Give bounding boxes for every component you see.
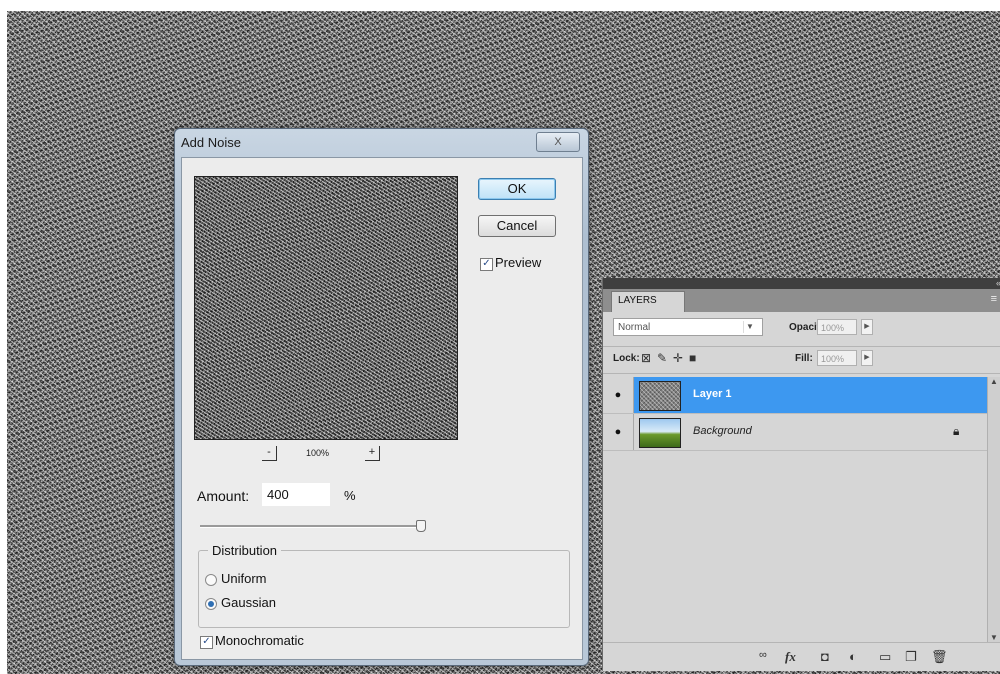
panel-tab-row: LAYERS ≡ <box>603 289 1000 312</box>
panel-menu-icon[interactable]: ≡ <box>991 293 997 305</box>
gaussian-label: Gaussian <box>221 595 276 610</box>
close-button[interactable]: X <box>536 132 580 152</box>
opacity-input[interactable]: 100% <box>817 319 857 335</box>
fill-input[interactable]: 100% <box>817 350 857 366</box>
zoom-level: 100% <box>306 448 330 458</box>
layers-panel: « LAYERS ≡ Normal ▼ Opacity: 100% ▶ Lock… <box>602 278 1000 671</box>
tab-layers[interactable]: LAYERS <box>611 291 685 312</box>
distribution-legend: Distribution <box>208 543 282 558</box>
amount-label: Amount: <box>197 488 250 504</box>
trash-icon[interactable]: 🗑︎ <box>931 649 948 665</box>
monochromatic-label: Monochromatic <box>215 633 304 648</box>
zoom-in-button[interactable]: + <box>365 446 380 461</box>
collapse-icon[interactable]: « <box>996 278 1000 288</box>
link-layers-icon[interactable]: ∞ <box>759 649 767 661</box>
scroll-up-icon[interactable]: ▲ <box>990 377 998 386</box>
distribution-group <box>198 550 570 628</box>
add-noise-dialog: Add Noise X - 100% + OK Cancel ✓ Preview… <box>174 128 589 666</box>
lock-brush-icon[interactable]: ✎ <box>657 351 667 365</box>
adjustment-layer-icon[interactable]: ◐ <box>849 649 857 664</box>
folder-icon[interactable]: ▭ <box>879 649 891 665</box>
opacity-arrow-icon[interactable]: ▶ <box>861 319 873 335</box>
fill-label: Fill: <box>795 353 813 364</box>
monochromatic-checkbox[interactable]: ✓ <box>200 636 213 649</box>
cancel-button[interactable]: Cancel <box>478 215 556 237</box>
scroll-down-icon[interactable]: ▼ <box>990 633 998 642</box>
lock-move-icon[interactable]: ✛ <box>673 351 683 365</box>
fx-icon[interactable]: fx <box>785 649 796 665</box>
uniform-label: Uniform <box>221 571 267 586</box>
blend-mode-select[interactable]: Normal <box>613 318 763 336</box>
noise-preview[interactable] <box>194 176 458 440</box>
layer-row[interactable]: ● Layer 1 <box>603 377 987 414</box>
preview-checkbox[interactable]: ✓ <box>480 258 493 271</box>
layer-thumbnail <box>639 381 681 411</box>
eye-icon[interactable]: ● <box>603 377 634 413</box>
amount-slider-thumb[interactable] <box>415 520 426 532</box>
gaussian-radio[interactable] <box>205 598 217 610</box>
amount-input[interactable] <box>262 483 330 506</box>
dialog-title: Add Noise <box>181 135 241 150</box>
dialog-body: - 100% + OK Cancel ✓ Preview Amount: % D… <box>181 157 583 660</box>
fill-arrow-icon[interactable]: ▶ <box>861 350 873 366</box>
layer-mask-icon[interactable]: ◘ <box>821 649 829 664</box>
layers-footer: ∞ fx ◘ ◐ ▭ ❐ 🗑︎ <box>603 642 1000 671</box>
lock-label: Lock: <box>613 353 640 364</box>
eye-icon[interactable]: ● <box>603 414 634 450</box>
lock-icon: 🔒︎ <box>953 424 960 438</box>
layer-thumbnail <box>639 418 681 448</box>
amount-unit: % <box>344 488 356 503</box>
chevron-down-icon[interactable]: ▼ <box>743 321 756 333</box>
uniform-radio[interactable] <box>205 574 217 586</box>
panel-topbar[interactable]: « <box>603 278 1000 289</box>
lock-transparent-icon[interactable]: ⊠ <box>641 351 651 365</box>
layers-scrollbar[interactable]: ▲ ▼ <box>987 377 1000 642</box>
layer-row[interactable]: ● Background 🔒︎ <box>603 414 987 451</box>
ok-button[interactable]: OK <box>478 178 556 200</box>
preview-label: Preview <box>495 255 542 270</box>
layer-name[interactable]: Layer 1 <box>693 388 732 400</box>
new-layer-icon[interactable]: ❐ <box>905 649 917 665</box>
amount-slider-track[interactable] <box>200 525 425 528</box>
layer-name[interactable]: Background <box>693 425 752 437</box>
lock-all-icon[interactable]: ■ <box>689 351 696 365</box>
zoom-out-button[interactable]: - <box>262 446 277 461</box>
